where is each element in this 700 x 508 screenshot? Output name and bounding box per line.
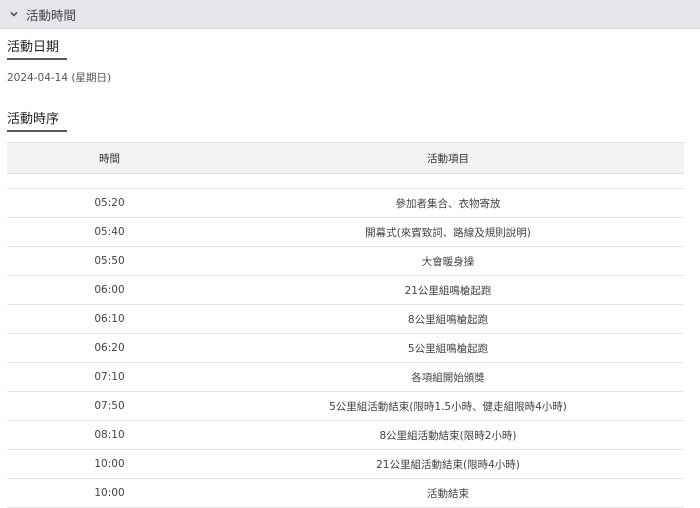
table-row: 05:50 大會暖身操	[7, 246, 684, 276]
table-row: 07:50 5公里組活動結束(限時1.5小時、健走組限時4小時)	[7, 391, 684, 421]
table-row: 08:10 8公里組活動結束(限時2小時)	[7, 420, 684, 450]
row-time: 07:10	[7, 362, 212, 392]
row-time: 05:50	[7, 246, 212, 276]
row-item: 21公里組鳴槍起跑	[212, 275, 684, 305]
row-time: 07:50	[7, 391, 212, 421]
table-row: 06:00 21公里組鳴槍起跑	[7, 275, 684, 305]
section-header-activity-time[interactable]: 活動時間	[0, 0, 700, 29]
row-time: 06:10	[7, 304, 212, 334]
activity-date-value: 2024-04-14 (星期日)	[7, 72, 112, 84]
row-item: 開幕式(來賓致詞、路線及規則說明)	[212, 217, 684, 247]
row-time: 05:40	[7, 217, 212, 247]
row-item: 8公里組活動結束(限時2小時)	[212, 420, 684, 450]
row-item: 參加者集合、衣物寄放	[212, 188, 684, 218]
table-row: 05:20 參加者集合、衣物寄放	[7, 188, 684, 218]
row-item: 各項組開始頒獎	[212, 362, 684, 392]
table-row: 05:40 開幕式(來賓致詞、路線及規則說明)	[7, 217, 684, 247]
table-spacer-row	[7, 173, 684, 189]
table-row: 06:10 8公里組鳴槍起跑	[7, 304, 684, 334]
row-item: 5公里組鳴槍起跑	[212, 333, 684, 363]
row-item: 5公里組活動結束(限時1.5小時、健走組限時4小時)	[212, 391, 684, 421]
table-row: 10:00 活動結束	[7, 478, 684, 508]
row-item: 大會暖身操	[212, 246, 684, 276]
row-time: 06:20	[7, 333, 212, 363]
row-time: 10:00	[7, 478, 212, 508]
row-time: 08:10	[7, 420, 212, 450]
row-item: 21公里組活動結束(限時4小時)	[212, 449, 684, 479]
column-header-item: 活動項目	[212, 142, 684, 174]
activity-schedule-title: 活動時序	[7, 112, 68, 132]
table-row: 06:20 5公里組鳴槍起跑	[7, 333, 684, 363]
schedule-table: 時間 活動項目 05:20 參加者集合、衣物寄放 05:40 開幕式(來賓致詞、路線…	[7, 142, 684, 508]
row-time: 05:20	[7, 188, 212, 218]
activity-date-title: 活動日期	[7, 40, 68, 60]
section-header-title: 活動時間	[26, 7, 77, 23]
row-item: 活動結束	[212, 478, 684, 508]
table-row: 07:10 各項組開始頒獎	[7, 362, 684, 392]
column-header-time: 時間	[7, 142, 212, 174]
row-item: 8公里組鳴槍起跑	[212, 304, 684, 334]
row-time: 06:00	[7, 275, 212, 305]
table-row: 10:00 21公里組活動結束(限時4小時)	[7, 449, 684, 479]
chevron-down-icon[interactable]	[8, 8, 20, 20]
row-time: 10:00	[7, 449, 212, 479]
table-header-row: 時間 活動項目	[7, 142, 684, 174]
